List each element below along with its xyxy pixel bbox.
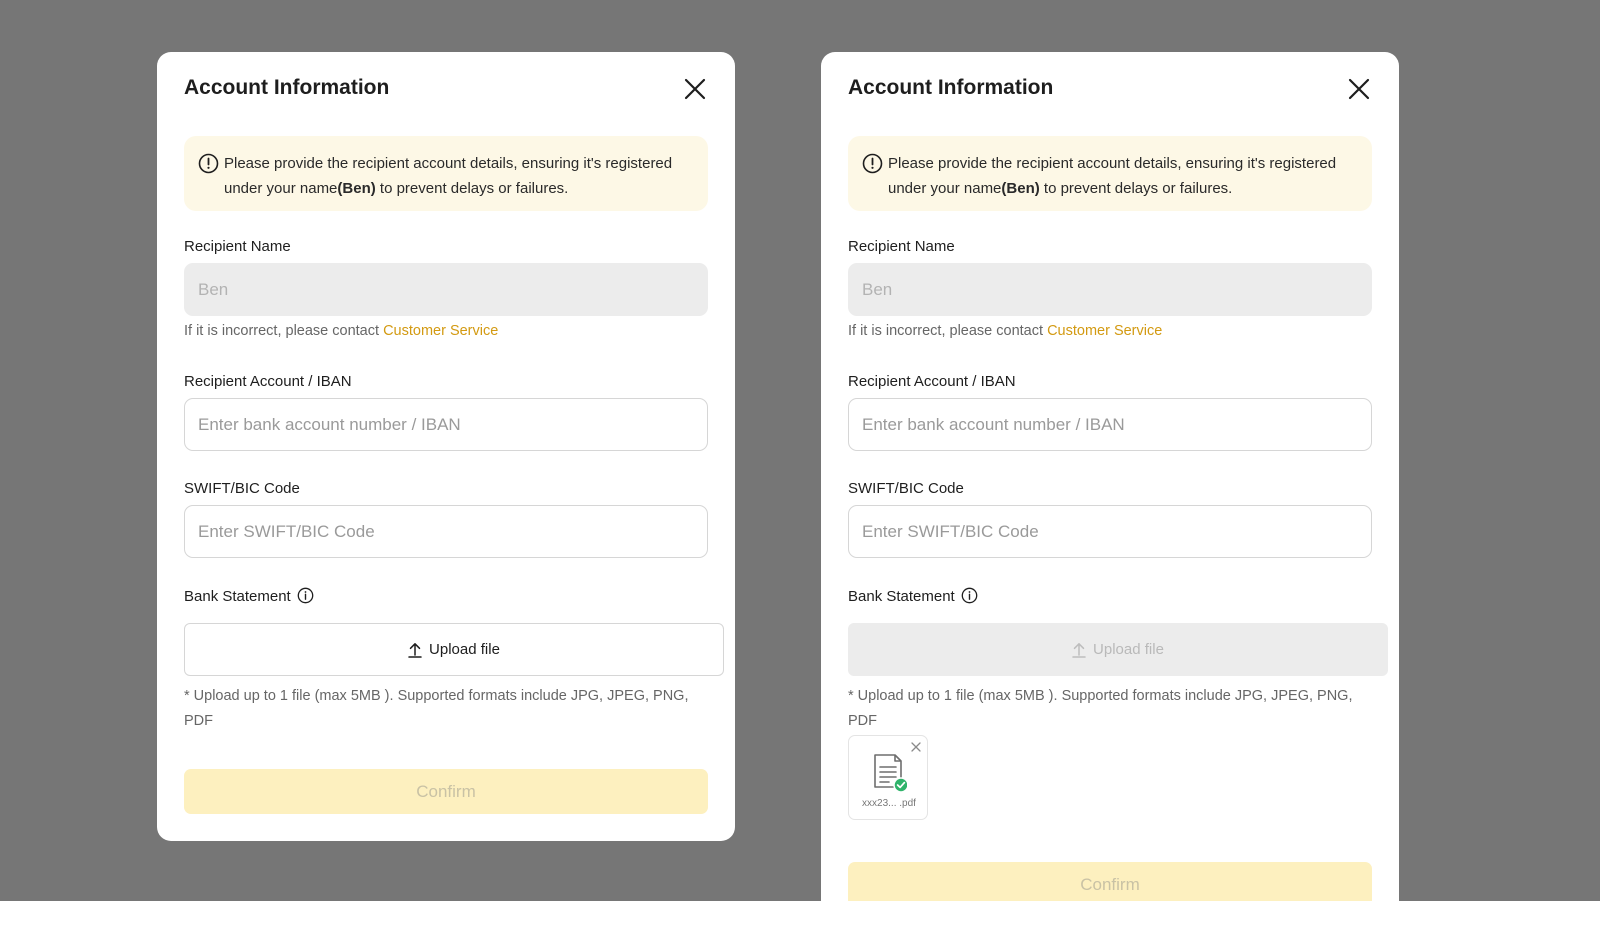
customer-service-link[interactable]: Customer Service bbox=[383, 323, 498, 339]
notice-banner: Please provide the recipient account det… bbox=[848, 136, 1372, 211]
uploaded-file-card[interactable]: xxx23... .pdf bbox=[848, 735, 928, 820]
recipient-account-input[interactable] bbox=[184, 398, 708, 451]
notice-suffix: to prevent delays or failures. bbox=[1039, 179, 1233, 197]
upload-formats-hint: * Upload up to 1 file (max 5MB ). Suppor… bbox=[848, 688, 1353, 729]
notice-banner: Please provide the recipient account det… bbox=[184, 136, 708, 211]
modal-title: Account Information bbox=[184, 76, 390, 99]
recipient-name-field bbox=[184, 263, 708, 316]
alert-circle-icon bbox=[862, 153, 883, 174]
upload-formats-hint: * Upload up to 1 file (max 5MB ). Suppor… bbox=[184, 688, 689, 729]
recipient-name-label: Recipient Name bbox=[848, 238, 955, 255]
confirm-button[interactable]: Confirm bbox=[184, 769, 708, 814]
modal-title: Account Information bbox=[848, 76, 1054, 99]
document-check-icon bbox=[874, 754, 907, 793]
remove-file-icon[interactable] bbox=[910, 741, 922, 753]
swift-code-input[interactable] bbox=[848, 505, 1372, 558]
name-hint: If it is incorrect, please contact Custo… bbox=[184, 323, 499, 339]
upload-icon bbox=[408, 642, 422, 658]
recipient-account-input[interactable] bbox=[848, 398, 1372, 451]
notice-suffix: to prevent delays or failures. bbox=[375, 179, 569, 197]
notice-name: (Ben) bbox=[337, 179, 376, 197]
confirm-button[interactable]: Confirm bbox=[848, 862, 1372, 901]
swift-code-input[interactable] bbox=[184, 505, 708, 558]
swift-code-label: SWIFT/BIC Code bbox=[184, 480, 300, 497]
recipient-name-label: Recipient Name bbox=[184, 238, 291, 255]
recipient-name-field bbox=[848, 263, 1372, 316]
uploaded-file-name: xxx23... .pdf bbox=[862, 798, 916, 809]
bank-statement-label: Bank Statement bbox=[184, 587, 314, 605]
name-hint: If it is incorrect, please contact Custo… bbox=[848, 323, 1163, 339]
alert-circle-icon bbox=[198, 153, 219, 174]
bank-statement-label: Bank Statement bbox=[848, 587, 978, 605]
close-icon[interactable] bbox=[1346, 76, 1372, 102]
upload-file-button[interactable]: Upload file bbox=[184, 623, 724, 676]
recipient-account-label: Recipient Account / IBAN bbox=[184, 373, 352, 390]
notice-name: (Ben) bbox=[1001, 179, 1040, 197]
info-icon[interactable] bbox=[297, 587, 314, 604]
close-icon[interactable] bbox=[682, 76, 708, 102]
customer-service-link[interactable]: Customer Service bbox=[1047, 323, 1162, 339]
upload-file-button: Upload file bbox=[848, 623, 1388, 676]
account-information-modal: Account Information Please provide the r… bbox=[157, 52, 735, 841]
account-information-modal: Account Information Please provide the r… bbox=[821, 52, 1399, 901]
info-icon[interactable] bbox=[961, 587, 978, 604]
swift-code-label: SWIFT/BIC Code bbox=[848, 480, 964, 497]
upload-icon bbox=[1072, 642, 1086, 658]
recipient-account-label: Recipient Account / IBAN bbox=[848, 373, 1016, 390]
modal-overlay: Account Information Please provide the r… bbox=[0, 0, 1600, 901]
